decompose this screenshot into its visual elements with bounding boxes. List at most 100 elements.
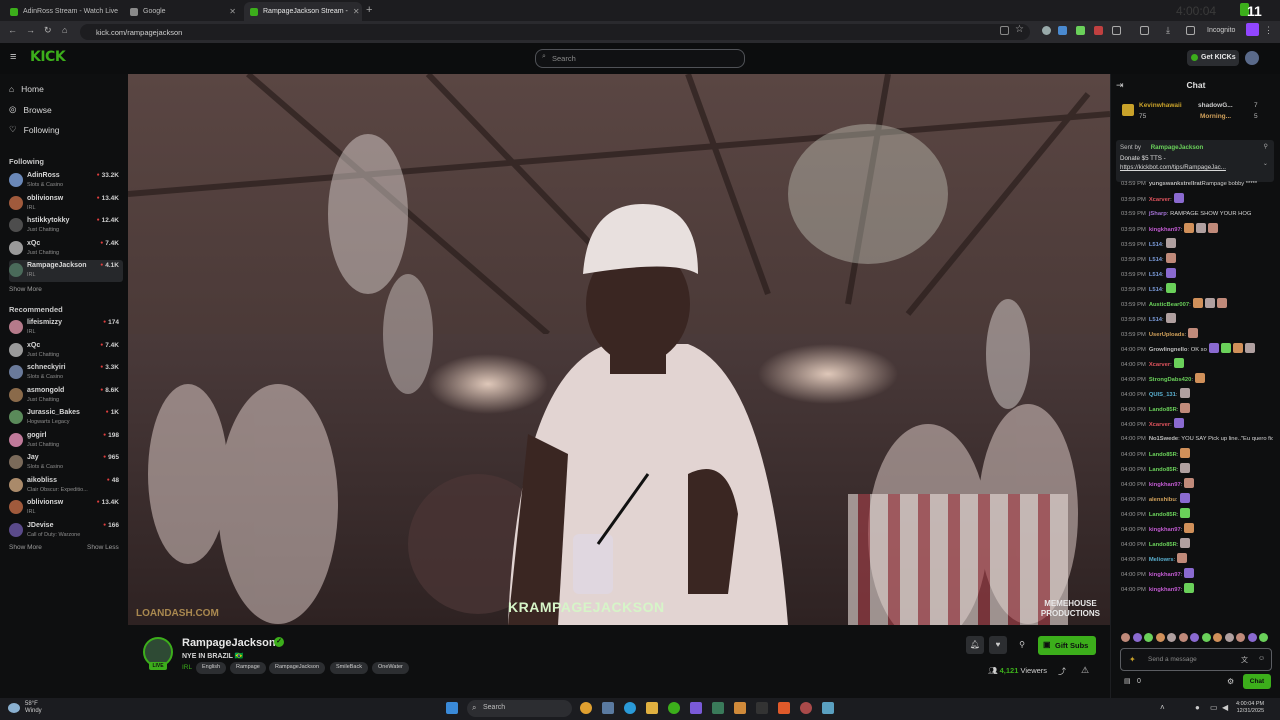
close-tab-icon[interactable]: ✕: [353, 7, 360, 16]
tts-link[interactable]: https://kickbot.com/tips/RampageJac...: [1120, 164, 1270, 171]
split-view-icon[interactable]: [1186, 26, 1195, 35]
sidebar-channel[interactable]: xQc Just Chatting 7.4K: [9, 340, 123, 362]
message-username[interactable]: L514: [1149, 272, 1162, 278]
video-player[interactable]: LOANDASH.COM KRAMPAGEJACKSON MEMEHOUSE P…: [128, 74, 1110, 625]
emote-shortcut-icon[interactable]: [1247, 633, 1257, 642]
share-icon[interactable]: ⤴: [1058, 666, 1066, 677]
extension-icon[interactable]: [1076, 26, 1085, 35]
emote-shortcut-icon[interactable]: [1155, 633, 1165, 642]
chat-send-button[interactable]: Chat: [1243, 674, 1271, 689]
sidebar-channel[interactable]: lifeismizzy IRL 174: [9, 317, 123, 339]
stream-tag[interactable]: Rampage: [230, 662, 266, 674]
file-explorer-icon[interactable]: [646, 702, 658, 714]
discord-icon[interactable]: [690, 702, 702, 714]
task-view-icon[interactable]: [602, 702, 614, 714]
stream-tag[interactable]: English: [196, 662, 227, 674]
message-username[interactable]: L514: [1149, 287, 1162, 293]
app-icon[interactable]: [822, 702, 834, 714]
get-kicks-button[interactable]: Get KICKs: [1187, 50, 1239, 66]
sidebar-channel[interactable]: Jurassic_Bakes Hogwarts Legacy 1K: [9, 407, 123, 429]
message-username[interactable]: jSharp: [1149, 211, 1167, 217]
terminal-icon[interactable]: [756, 702, 768, 714]
message-username[interactable]: Lando85R: [1149, 407, 1177, 413]
sidebar-channel[interactable]: oblivionsw IRL 13.4K: [9, 193, 123, 215]
chat-message-input[interactable]: ✦ Send a message 文 ☺: [1120, 648, 1272, 671]
edge-icon[interactable]: [624, 702, 636, 714]
emote-shortcut-icon[interactable]: [1201, 633, 1211, 642]
more-menu-icon[interactable]: ⋮: [1264, 25, 1273, 36]
forward-icon[interactable]: →: [26, 25, 35, 35]
gift-subs-button[interactable]: ▣ Gift Subs: [1038, 636, 1096, 655]
message-username[interactable]: kingkhan97: [1149, 227, 1181, 233]
pin-icon[interactable]: ⚲: [1013, 636, 1031, 654]
show-more-link[interactable]: Show More: [9, 286, 42, 293]
sidebar-channel[interactable]: schneckyiri Slots & Casino 3.3K: [9, 362, 123, 384]
message-username[interactable]: kingkhan97: [1149, 587, 1181, 593]
spotify-icon[interactable]: [668, 702, 680, 714]
message-username[interactable]: kingkhan97: [1149, 572, 1181, 578]
message-username[interactable]: L514: [1149, 242, 1162, 248]
brave-icon[interactable]: [778, 702, 790, 714]
sidebar-channel[interactable]: oblivionsw IRL 13.4K: [9, 497, 123, 519]
message-username[interactable]: alenshibu: [1149, 497, 1176, 503]
extension-icon[interactable]: [1058, 26, 1067, 35]
emote-shortcut-icon[interactable]: [1236, 633, 1245, 642]
message-username[interactable]: QUIS_131: [1149, 392, 1176, 398]
emote-shortcut-icon[interactable]: [1121, 633, 1130, 642]
mic-icon[interactable]: ●: [1195, 703, 1200, 712]
taskbar-search[interactable]: ⌕ Search: [467, 700, 572, 717]
sidebar-item-home[interactable]: ⌂ Home: [9, 84, 44, 94]
tts-sender[interactable]: RampageJackson: [1151, 144, 1204, 151]
kick-logo[interactable]: KICK: [30, 49, 66, 65]
message-username[interactable]: Lando85R: [1149, 542, 1177, 548]
weather-widget[interactable]: 58°F Windy: [25, 701, 42, 715]
message-username[interactable]: Xcarver: [1149, 197, 1170, 203]
message-username[interactable]: kingkhan97: [1149, 482, 1181, 488]
sidebar-channel[interactable]: hstikkytokky Just Chatting 12.4K: [9, 215, 123, 237]
follow-heart-icon[interactable]: ♥: [989, 636, 1007, 654]
sidebar-channel[interactable]: Jay Slots & Casino 965: [9, 452, 123, 474]
close-tab-icon[interactable]: ✕: [229, 7, 236, 16]
sidebar-item-browse[interactable]: ◎ Browse: [9, 104, 52, 115]
app-icon[interactable]: [734, 702, 746, 714]
leader-name[interactable]: Kevinwhawaii: [1139, 102, 1182, 109]
message-username[interactable]: AusticBear007: [1149, 302, 1189, 308]
report-icon[interactable]: ⚠: [1081, 665, 1089, 676]
pin-icon[interactable]: ⚲: [1263, 143, 1268, 150]
sidebar-channel[interactable]: xQc Just Chatting 7.4K: [9, 238, 123, 260]
address-bar[interactable]: kick.com/rampagejackson: [80, 24, 1030, 40]
message-username[interactable]: L514: [1149, 317, 1162, 323]
emoji-icon[interactable]: ☺: [1258, 655, 1265, 662]
user-avatar[interactable]: [1245, 51, 1259, 65]
search-input[interactable]: ⌕ Search: [535, 49, 745, 68]
chrome-icon[interactable]: [580, 702, 592, 714]
stream-tag[interactable]: SmileBack: [330, 662, 368, 674]
points-icon[interactable]: ▤: [1124, 677, 1131, 685]
volume-icon[interactable]: ◀: [1222, 703, 1228, 712]
emote-shortcut-icon[interactable]: [1190, 633, 1199, 642]
stream-tag[interactable]: OneWater: [372, 662, 409, 674]
message-username[interactable]: Xcarver: [1149, 422, 1170, 428]
bookmark-star-icon[interactable]: ☆: [1015, 24, 1024, 35]
message-username[interactable]: Meliowrs: [1149, 557, 1174, 563]
app-icon[interactable]: [712, 702, 724, 714]
download-icon[interactable]: ⤓: [1166, 25, 1170, 36]
message-username[interactable]: StrongDabs420: [1149, 377, 1192, 383]
extensions-puzzle-icon[interactable]: [1112, 26, 1121, 35]
chevron-down-icon[interactable]: ⌄: [1263, 160, 1268, 167]
incognito-label[interactable]: Incognito: [1207, 27, 1235, 34]
windows-start-icon[interactable]: [446, 702, 458, 714]
eye-off-icon[interactable]: [1000, 26, 1009, 35]
message-username[interactable]: kingkhan97: [1149, 527, 1181, 533]
app-icon[interactable]: [800, 702, 812, 714]
message-username[interactable]: Lando85R: [1149, 452, 1177, 458]
message-username[interactable]: yungswankstrellrat: [1149, 181, 1202, 187]
emote-shortcut-icon[interactable]: [1178, 633, 1188, 642]
message-username[interactable]: Xcarver: [1149, 362, 1170, 368]
message-username[interactable]: No1Swede: [1149, 436, 1178, 442]
sidebar-channel[interactable]: RampageJackson IRL 4.1K: [9, 260, 123, 282]
emote-shortcut-icon[interactable]: [1132, 633, 1142, 642]
reload-icon[interactable]: ↻: [44, 25, 52, 36]
sidebar-item-following[interactable]: ♡ Following: [9, 124, 60, 135]
leader-name[interactable]: Morning...: [1200, 113, 1231, 120]
